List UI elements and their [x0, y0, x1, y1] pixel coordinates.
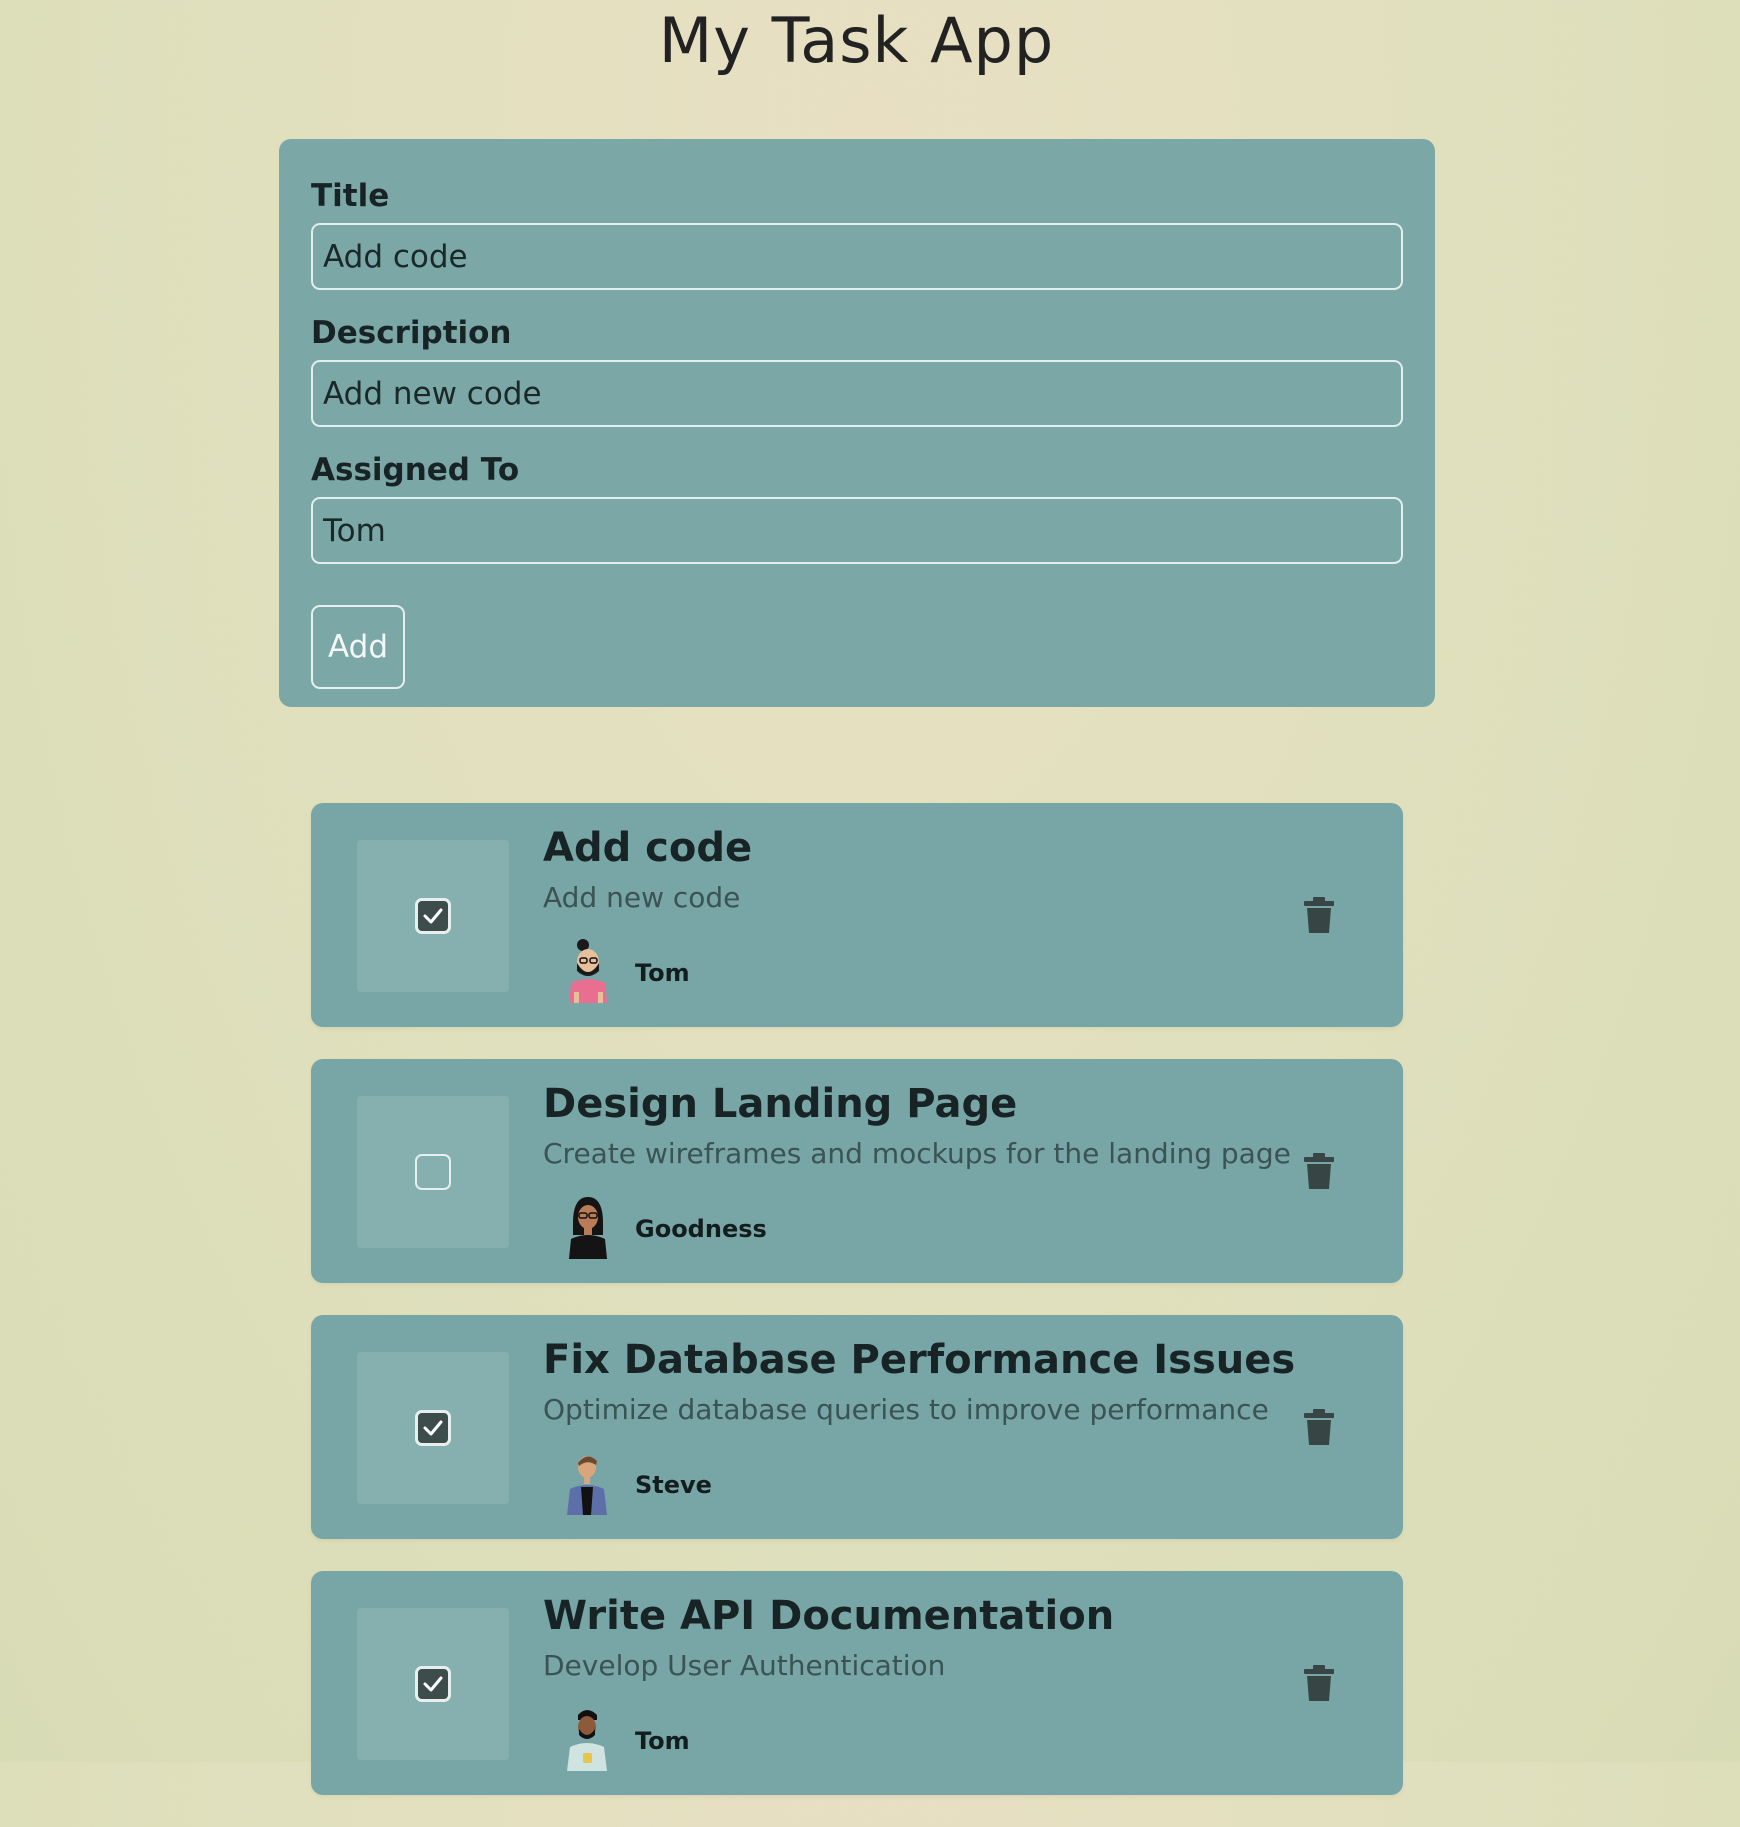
app-title: My Task App	[658, 4, 1055, 77]
title-label: Title	[311, 178, 390, 214]
task-list: Add code Add new code Tom Design Landing…	[311, 803, 1403, 1827]
trash-icon[interactable]	[1303, 896, 1335, 934]
assignee-name: Goodness	[635, 1215, 767, 1243]
assignee-name: Steve	[635, 1471, 712, 1499]
check-icon	[423, 1676, 443, 1692]
task-title: Add code	[543, 825, 753, 871]
task-description: Optimize database queries to improve per…	[543, 1393, 1269, 1426]
checkbox-tile	[357, 1608, 509, 1760]
assigned-to-label: Assigned To	[311, 452, 520, 488]
description-label: Description	[311, 315, 512, 351]
check-icon	[423, 1420, 443, 1436]
checkbox-tile	[357, 1352, 509, 1504]
trash-icon[interactable]	[1303, 1664, 1335, 1702]
checkbox-tile	[357, 840, 509, 992]
checkbox-tile	[357, 1096, 509, 1248]
person-avatar	[569, 1197, 607, 1259]
task-description: Create wireframes and mockups for the la…	[543, 1137, 1291, 1170]
task-checkbox[interactable]	[415, 1666, 451, 1702]
task-checkbox[interactable]	[415, 898, 451, 934]
task-checkbox[interactable]	[415, 1410, 451, 1446]
task-card: Fix Database Performance Issues Optimize…	[311, 1315, 1403, 1539]
task-card: Write API Documentation Develop User Aut…	[311, 1571, 1403, 1795]
trash-icon[interactable]	[1303, 1408, 1335, 1446]
task-title: Write API Documentation	[543, 1593, 1115, 1639]
task-title: Fix Database Performance Issues	[543, 1337, 1296, 1383]
task-card: Design Landing Page Create wireframes an…	[311, 1059, 1403, 1283]
person-avatar	[567, 1710, 607, 1771]
task-checkbox[interactable]	[415, 1154, 451, 1190]
add-button[interactable]: Add	[311, 605, 405, 689]
title-input[interactable]	[311, 223, 1403, 290]
task-card: Add code Add new code Tom	[311, 803, 1403, 1027]
task-form: Title Description Assigned To Add	[279, 139, 1435, 707]
task-description: Add new code	[543, 881, 741, 914]
description-input[interactable]	[311, 360, 1403, 427]
task-title: Design Landing Page	[543, 1081, 1018, 1127]
person-avatar	[569, 939, 607, 1003]
assignee-name: Tom	[635, 1727, 690, 1755]
trash-icon[interactable]	[1303, 1152, 1335, 1190]
check-icon	[423, 908, 443, 924]
person-avatar	[567, 1456, 607, 1515]
assignee-name: Tom	[635, 959, 690, 987]
task-description: Develop User Authentication	[543, 1649, 946, 1682]
assigned-to-input[interactable]	[311, 497, 1403, 564]
